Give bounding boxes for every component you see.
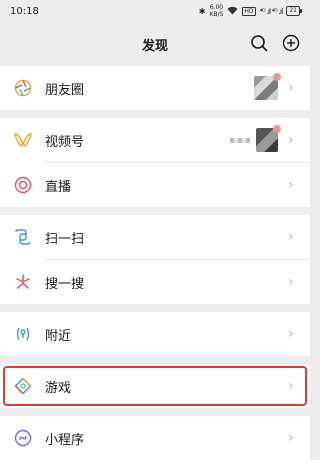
mini-program-icon xyxy=(13,428,33,448)
group-games: 游戏 › xyxy=(0,364,310,408)
menu-item-mini-programs[interactable]: 小程序 › xyxy=(0,416,310,460)
chevron-right-icon: › xyxy=(288,274,294,290)
hd-badge: HD xyxy=(242,6,256,16)
menu-label-moments: 朋友圈 xyxy=(45,82,85,98)
group-mini-programs: 小程序 › xyxy=(0,416,310,460)
menu-label-channels: 视频号 xyxy=(45,134,85,150)
add-icon[interactable] xyxy=(282,34,300,52)
chevron-right-icon: › xyxy=(288,80,294,96)
wifi-icon xyxy=(227,6,238,17)
menu-label-scan: 扫一扫 xyxy=(45,231,85,247)
live-icon xyxy=(13,175,33,195)
group-moments: 朋友圈 › xyxy=(0,66,310,110)
menu-label-shake: 搜一搜 xyxy=(45,276,85,292)
group-nearby: 附近 › xyxy=(0,312,310,356)
chevron-right-icon: › xyxy=(288,177,294,193)
channels-preview-text xyxy=(230,137,250,143)
chevron-right-icon: › xyxy=(288,229,294,245)
channels-thumbnail xyxy=(256,125,281,152)
channels-icon xyxy=(13,130,33,150)
new-dot xyxy=(273,125,281,133)
game-icon xyxy=(13,376,33,396)
menu-item-live[interactable]: 直播 › xyxy=(0,163,310,207)
menu-item-nearby[interactable]: 附近 › xyxy=(0,312,310,356)
net-speed: 6.00 KB/S xyxy=(209,4,224,18)
signal-icon: ⁴ᴳ .ıl ⁴ᴳ .ıl xyxy=(259,6,284,16)
scan-icon xyxy=(13,227,33,247)
menu-label-nearby: 附近 xyxy=(45,328,72,344)
chevron-right-icon: › xyxy=(288,430,294,446)
nearby-icon xyxy=(13,324,33,344)
menu-label-games: 游戏 xyxy=(45,380,72,396)
shake-search-icon xyxy=(13,272,33,292)
search-icon[interactable] xyxy=(250,34,268,52)
group-scan: 扫一扫 › 搜一搜 › xyxy=(0,215,310,304)
moments-icon xyxy=(13,78,33,98)
nav-bar: 发现 xyxy=(0,22,310,66)
menu-label-mini-programs: 小程序 xyxy=(45,432,85,448)
page-title: 发现 xyxy=(141,38,168,54)
menu-label-live: 直播 xyxy=(45,179,72,195)
status-icons: ✱ 6.00 KB/S HD ⁴ᴳ .ıl ⁴ᴳ .ıl 21 xyxy=(198,4,302,18)
bluetooth-icon: ✱ xyxy=(198,6,206,16)
menu-item-moments[interactable]: 朋友圈 › xyxy=(0,66,310,110)
status-bar: 10:18 ✱ 6.00 KB/S HD ⁴ᴳ .ıl ⁴ᴳ .ıl 21 xyxy=(0,0,310,22)
menu-item-channels[interactable]: 视频号 › xyxy=(0,118,310,162)
moments-thumbnail xyxy=(254,73,281,100)
nav-actions xyxy=(250,34,300,52)
menu-item-games[interactable]: 游戏 › xyxy=(0,364,310,408)
chevron-right-icon: › xyxy=(288,132,294,148)
status-time: 10:18 xyxy=(10,5,39,17)
group-channels: 视频号 › 直播 › xyxy=(0,118,310,207)
chevron-right-icon: › xyxy=(288,378,294,394)
battery-icon: 21 xyxy=(286,6,302,16)
menu-item-scan[interactable]: 扫一扫 › xyxy=(0,215,310,259)
menu-item-shake[interactable]: 搜一搜 › xyxy=(0,260,310,304)
new-dot xyxy=(273,73,281,81)
chevron-right-icon: › xyxy=(288,326,294,342)
